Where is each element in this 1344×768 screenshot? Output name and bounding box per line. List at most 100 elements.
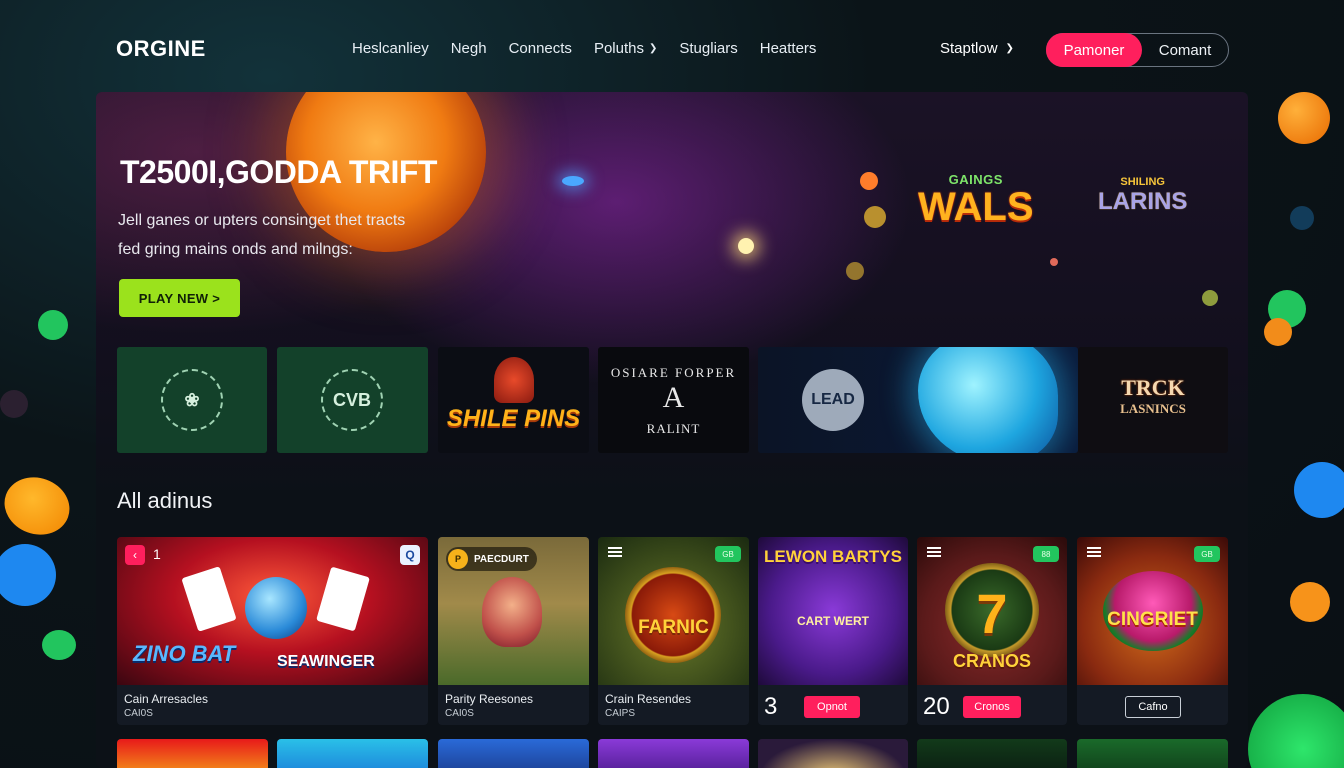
nav-item-3[interactable]: Connects (509, 40, 572, 57)
account-dropdown-label: Staptlow (940, 40, 998, 57)
back-icon[interactable]: ‹ (125, 545, 145, 565)
game-name: Cain Arresacles (124, 692, 209, 706)
game-tag: 88 (1033, 546, 1059, 562)
game-card-partial[interactable] (117, 739, 268, 768)
nav-item-5[interactable]: Stugliars (679, 40, 737, 57)
playing-card-illustration (316, 566, 370, 632)
auth-buttons: Pamoner Comant (1046, 33, 1229, 67)
game-name: Parity Reesones (445, 692, 534, 706)
hero-description-line: Jell ganes or upters consinget thet trac… (118, 212, 406, 229)
secondary-auth-button[interactable]: Comant (1142, 42, 1228, 59)
nav-item-6[interactable]: Heatters (760, 40, 817, 57)
decor-orb (0, 544, 56, 606)
featured-tile[interactable]: SHILE PINS (438, 347, 589, 453)
featured-tile[interactable]: CVB (277, 347, 428, 453)
game-art-title: SEAWINGER (277, 653, 375, 670)
game-card-partial[interactable] (438, 739, 589, 768)
emblem-illustration (625, 567, 721, 663)
decor-orb (0, 390, 28, 418)
featured-logo-line: LASNINCS (1120, 401, 1186, 416)
game-card-partial[interactable] (758, 739, 908, 768)
game-category: CAI0S (445, 708, 474, 719)
nav-item-2[interactable]: Negh (451, 40, 487, 57)
featured-tile[interactable]: LEAD (758, 347, 1078, 453)
decor-spark (738, 238, 754, 254)
player-count: 20 (923, 693, 950, 720)
game-card-partial[interactable] (598, 739, 749, 768)
decor-orb (1278, 92, 1330, 144)
coin-icon: P (448, 549, 468, 569)
crown-illustration (494, 357, 534, 403)
decor-spark (864, 206, 886, 228)
game-category: CAI0S (124, 708, 153, 719)
playing-card-illustration (181, 566, 237, 632)
game-art-title: ZINO BAT (133, 641, 236, 666)
brand-logo-wals[interactable]: GAINGS WALS (918, 172, 1034, 227)
provider-icon: Q (400, 545, 420, 565)
game-thumbnail: LEWON BARTYS CART WERT (758, 537, 908, 685)
featured-logo: SHILE PINS (446, 405, 581, 432)
player-count: 3 (764, 693, 778, 720)
nav-item-1[interactable]: Heslcanliey (352, 40, 429, 57)
character-illustration (482, 577, 542, 647)
decor-orb (0, 468, 78, 544)
game-tag: GB (715, 546, 741, 562)
chevron-down-icon: ❯ (1005, 43, 1014, 54)
featured-logo-line: TRCK (1121, 375, 1185, 400)
game-art-subtitle: CART WERT (797, 614, 869, 628)
game-card-partial[interactable] (277, 739, 428, 768)
play-now-button[interactable]: PLAY NEW > (119, 279, 240, 317)
decor-spark (562, 176, 584, 186)
primary-auth-button[interactable]: Pamoner (1046, 33, 1142, 67)
decor-spark (846, 262, 864, 280)
game-card[interactable]: 7 CRANOS 88 20 Cronos (917, 537, 1067, 725)
site-logo[interactable]: ORGINE (116, 36, 206, 62)
game-card[interactable]: ZINO BAT SEAWINGER ‹ 1 Q Cain Arresacles… (117, 537, 428, 725)
featured-tile[interactable]: TRCK LASNINCS (1078, 347, 1228, 453)
game-art-title: CINGRIET (1107, 609, 1198, 630)
brand-logo-larins[interactable]: SHILING LARINS (1098, 176, 1187, 216)
game-card-partial[interactable] (1077, 739, 1228, 768)
hero-title: T2500I,GODDA TRIFT (120, 154, 437, 190)
chevron-down-icon: ❯ (648, 43, 658, 54)
game-art-title: FARNIC (638, 617, 709, 638)
hero-description-line: fed gring mains onds and milngs: (118, 241, 353, 258)
nav-item-4-label: Poluths (593, 40, 644, 57)
game-art-number: 7 (976, 582, 1008, 645)
featured-logo-line: RALINT (646, 421, 701, 436)
featured-logo-line: A (662, 381, 685, 414)
decor-orb (42, 630, 76, 660)
site-header: ORGINE Heslcanliey Negh Connects Poluths… (0, 0, 1344, 96)
game-card[interactable]: LEWON BARTYS CART WERT 3 Opnot (758, 537, 908, 725)
game-card-partial[interactable] (917, 739, 1067, 768)
game-card[interactable]: P PAECDURT Parity Reesones CAI0S (438, 537, 589, 725)
game-card[interactable]: FARNIC GB Crain Resendes CAIPS (598, 537, 749, 725)
open-button[interactable]: Cafno (1125, 696, 1181, 718)
decor-orb (1290, 582, 1330, 622)
menu-icon[interactable] (1087, 547, 1101, 557)
decor-spark (1050, 258, 1058, 266)
section-title: All adinus (117, 488, 213, 513)
game-art-title: CRANOS (952, 651, 1031, 671)
globe-illustration (245, 577, 307, 639)
game-card[interactable]: CINGRIET GB Cafno (1077, 537, 1228, 725)
nav-item-4-dropdown[interactable]: Poluths ❯ (594, 40, 657, 57)
brand-logo-big-text: LARINS (1098, 188, 1188, 215)
menu-icon[interactable] (608, 547, 622, 557)
brand-logo-small-text: SHILING (1120, 176, 1165, 188)
open-button[interactable]: Opnot (804, 696, 860, 718)
game-name: Crain Resendes (605, 692, 692, 706)
menu-icon[interactable] (927, 547, 941, 557)
open-button[interactable]: Cronos (963, 696, 1021, 718)
decor-orb (1264, 318, 1292, 346)
provider-badge: P PAECDURT (446, 547, 537, 571)
featured-logo: TRCK LASNINCS (1078, 375, 1228, 417)
decor-orb (1294, 462, 1344, 518)
featured-tile[interactable]: OSIARE FORPER A RALINT (598, 347, 749, 453)
decor-orb (38, 310, 68, 340)
featured-logo-line: OSIARE FORPER (610, 365, 737, 380)
account-dropdown[interactable]: Staptlow ❯ (940, 40, 1014, 57)
featured-tile[interactable]: ❀ (117, 347, 267, 453)
game-art-title: LEWON BARTYS (764, 547, 902, 566)
creature-illustration (918, 347, 1058, 453)
